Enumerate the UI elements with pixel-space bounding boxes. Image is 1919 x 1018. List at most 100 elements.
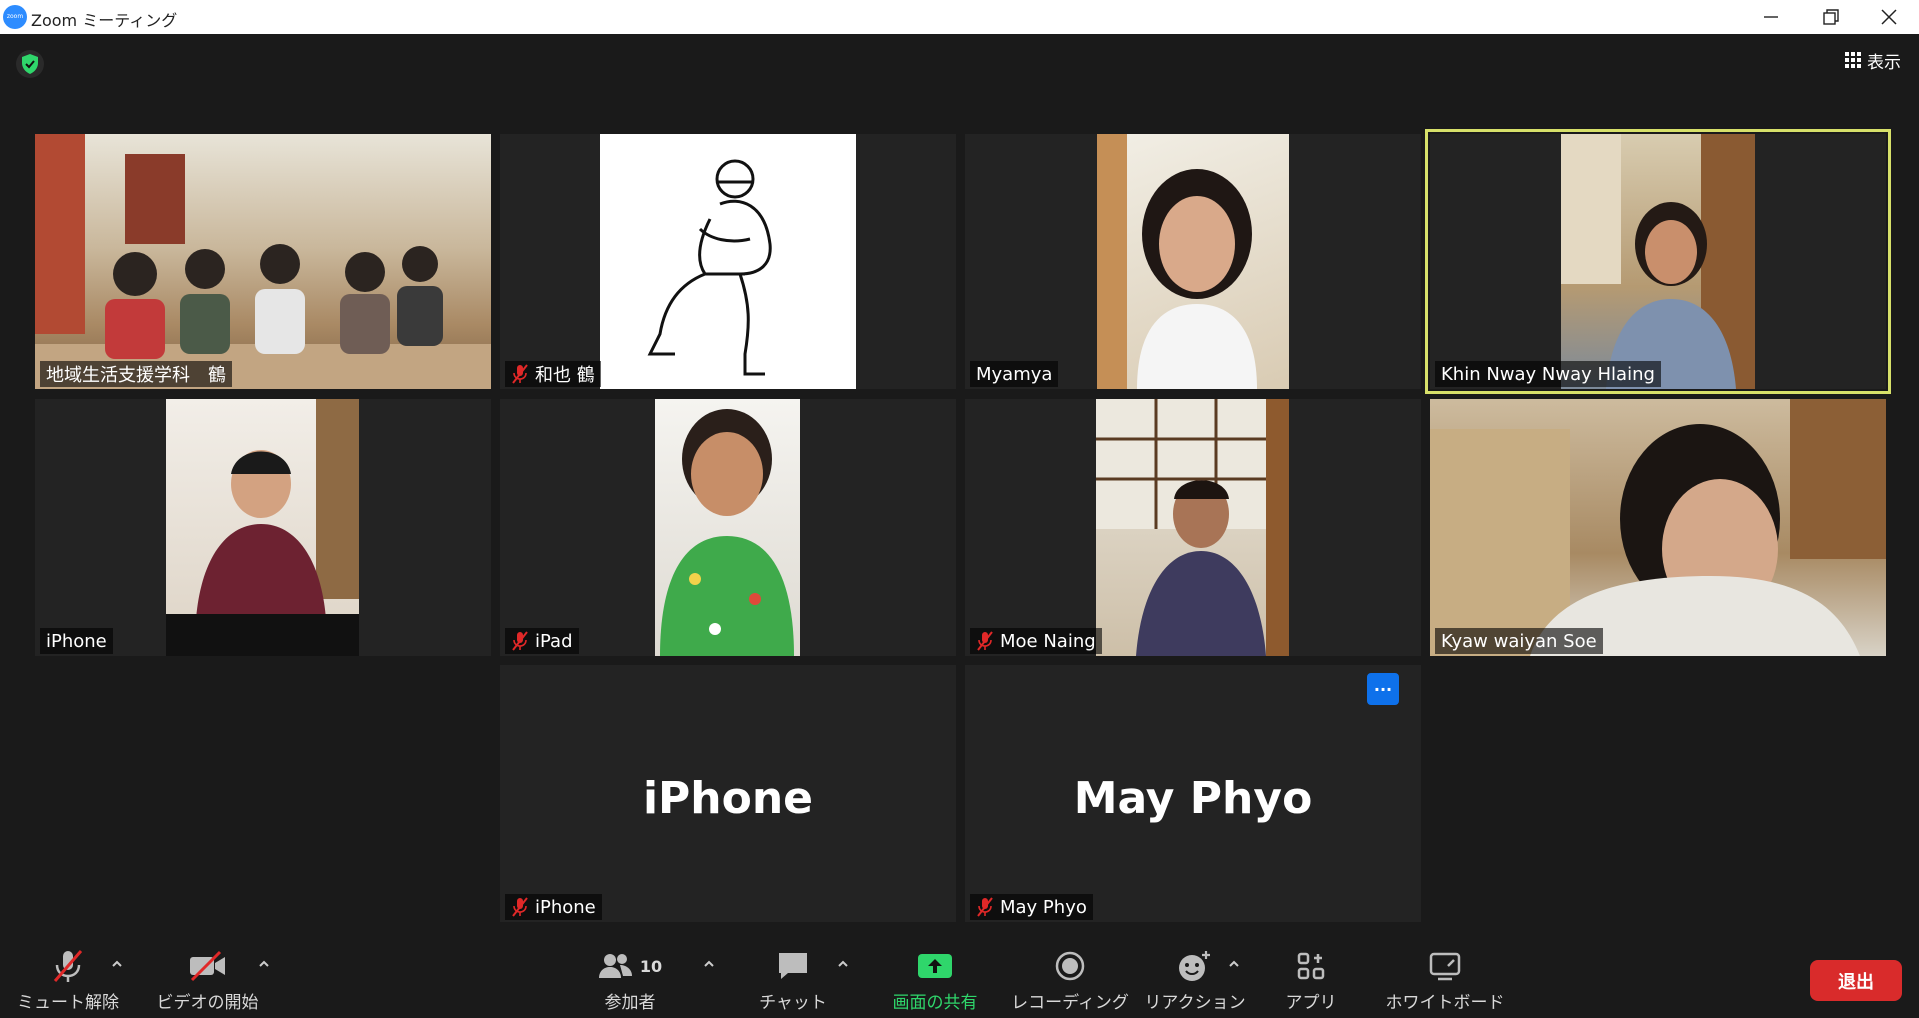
participant-name: May Phyo: [1000, 896, 1087, 918]
chat-icon: [776, 944, 810, 988]
mic-muted-icon: [50, 944, 86, 988]
chat-button[interactable]: チャット: [753, 937, 833, 1018]
share-screen-button[interactable]: 画面の共有: [880, 937, 990, 1018]
participant-tile-iphone-1[interactable]: iPhone: [35, 399, 491, 656]
view-button[interactable]: 表示: [1845, 45, 1901, 75]
participant-video: [1097, 134, 1289, 389]
more-options-button[interactable]: ···: [1367, 673, 1399, 705]
reactions-label: リアクション: [1144, 993, 1246, 1013]
participant-nameplate: Moe Naing: [970, 628, 1102, 654]
participant-tile-iphone-2[interactable]: iPhone iPhone: [500, 665, 956, 922]
leave-button[interactable]: 退出: [1810, 960, 1902, 1001]
participant-nameplate: iPhone: [505, 894, 602, 920]
mic-muted-icon: [977, 897, 993, 917]
participant-nameplate: May Phyo: [970, 894, 1093, 920]
start-video-button[interactable]: ビデオの開始: [150, 937, 265, 1018]
participant-video: [1430, 399, 1886, 656]
video-off-icon: [188, 944, 228, 988]
participants-label: 参加者: [604, 993, 656, 1013]
participants-options-caret-icon[interactable]: [702, 957, 716, 971]
recording-label: レコーディング: [1011, 993, 1129, 1013]
mic-muted-icon: [512, 631, 528, 651]
participant-name: 地域生活支援学科 鶴: [46, 365, 226, 386]
apps-label: アプリ: [1285, 993, 1337, 1013]
participants-button[interactable]: 10 参加者: [590, 937, 670, 1018]
chat-label: チャット: [759, 993, 827, 1013]
mic-muted-icon: [512, 897, 528, 917]
participant-name: iPhone: [535, 896, 596, 918]
audio-options-caret-icon[interactable]: [110, 957, 124, 971]
participant-video: [1096, 399, 1289, 656]
participant-video: [166, 399, 359, 656]
restore-icon: [1823, 9, 1839, 25]
participant-count: 10: [639, 956, 663, 976]
participant-name: iPhone: [46, 630, 107, 652]
participant-tile-ipad[interactable]: iPad: [500, 399, 956, 656]
participant-photo-image: [1096, 399, 1289, 656]
whiteboard-label: ホワイトボード: [1385, 993, 1505, 1013]
mic-muted-icon: [977, 631, 993, 651]
participant-name: iPad: [535, 630, 573, 652]
encryption-shield-icon[interactable]: [16, 50, 44, 78]
participant-tile-moe-naing[interactable]: Moe Naing: [965, 399, 1421, 656]
participant-nameplate: 和也 鶴: [505, 361, 601, 387]
participant-tile-chiiki[interactable]: 地域生活支援学科 鶴: [35, 134, 491, 389]
participant-name: Moe Naing: [1000, 630, 1096, 652]
participant-name: 和也 鶴: [535, 365, 595, 386]
participant-name: Myamya: [976, 363, 1053, 385]
meeting-toolbar: ミュート解除 ビデオの開始 10 参加者 チャット 画面の共有 レコーディング: [0, 937, 1919, 1018]
zoom-logo-icon: zoom: [3, 5, 27, 29]
participant-tile-may-phyo[interactable]: ··· May Phyo May Phyo: [965, 665, 1421, 922]
reactions-button[interactable]: リアクション: [1144, 937, 1246, 1018]
participant-photo-image: [1097, 134, 1257, 389]
participant-nameplate: iPhone: [40, 628, 113, 654]
unmute-button[interactable]: ミュート解除: [17, 937, 119, 1018]
participants-icon: 10: [598, 944, 662, 988]
participant-photo-image: [1561, 134, 1755, 389]
unmute-label: ミュート解除: [17, 993, 119, 1013]
participant-video: [1561, 134, 1755, 389]
participant-tile-myamya[interactable]: Myamya: [965, 134, 1421, 389]
restore-button[interactable]: [1801, 0, 1861, 34]
participant-photo-image: [166, 399, 359, 656]
participant-video: [600, 134, 856, 389]
start-video-label: ビデオの開始: [156, 993, 259, 1013]
participant-tile-khin-active-speaker[interactable]: Khin Nway Nway Hlaing: [1425, 129, 1891, 394]
participant-video: [655, 399, 800, 656]
participant-name: Kyaw waiyan Soe: [1441, 630, 1597, 652]
participant-display-name: May Phyo: [1073, 773, 1313, 824]
reactions-options-caret-icon[interactable]: [1227, 957, 1241, 971]
drawing-avatar-image: [647, 159, 772, 376]
video-options-caret-icon[interactable]: [257, 957, 271, 971]
participant-nameplate: Khin Nway Nway Hlaing: [1435, 361, 1661, 387]
mic-muted-icon: [512, 364, 528, 384]
share-screen-icon: [916, 944, 954, 988]
share-screen-label: 画面の共有: [892, 993, 978, 1013]
reaction-emoji-icon: [1177, 944, 1213, 988]
participant-photo-image: [660, 409, 794, 656]
participant-nameplate: 地域生活支援学科 鶴: [40, 361, 232, 387]
participant-nameplate: Kyaw waiyan Soe: [1435, 628, 1603, 654]
close-icon: [1881, 9, 1897, 25]
minimize-button[interactable]: [1741, 0, 1801, 34]
whiteboard-icon: [1428, 944, 1462, 988]
recording-button[interactable]: レコーディング: [1011, 937, 1129, 1018]
participant-tile-kyaw[interactable]: Kyaw waiyan Soe: [1430, 399, 1886, 656]
apps-button[interactable]: アプリ: [1271, 937, 1351, 1018]
whiteboard-button[interactable]: ホワイトボード: [1385, 937, 1505, 1018]
window-title: Zoom ミーティング: [31, 11, 178, 30]
participant-photo-image: [1430, 399, 1886, 656]
apps-icon: [1296, 944, 1326, 988]
window-title-bar: zoom Zoom ミーティング: [0, 0, 1919, 34]
chat-options-caret-icon[interactable]: [836, 957, 850, 971]
group-photo-image: [35, 134, 491, 389]
participant-display-name: iPhone: [642, 773, 814, 824]
participant-nameplate: iPad: [505, 628, 579, 654]
participant-tile-kazuya[interactable]: 和也 鶴: [500, 134, 956, 389]
participant-name: Khin Nway Nway Hlaing: [1441, 363, 1655, 385]
minimize-icon: [1764, 16, 1778, 18]
grid-icon: [1845, 52, 1861, 68]
record-icon: [1054, 944, 1086, 988]
view-label: 表示: [1867, 52, 1901, 73]
close-button[interactable]: [1859, 0, 1919, 34]
